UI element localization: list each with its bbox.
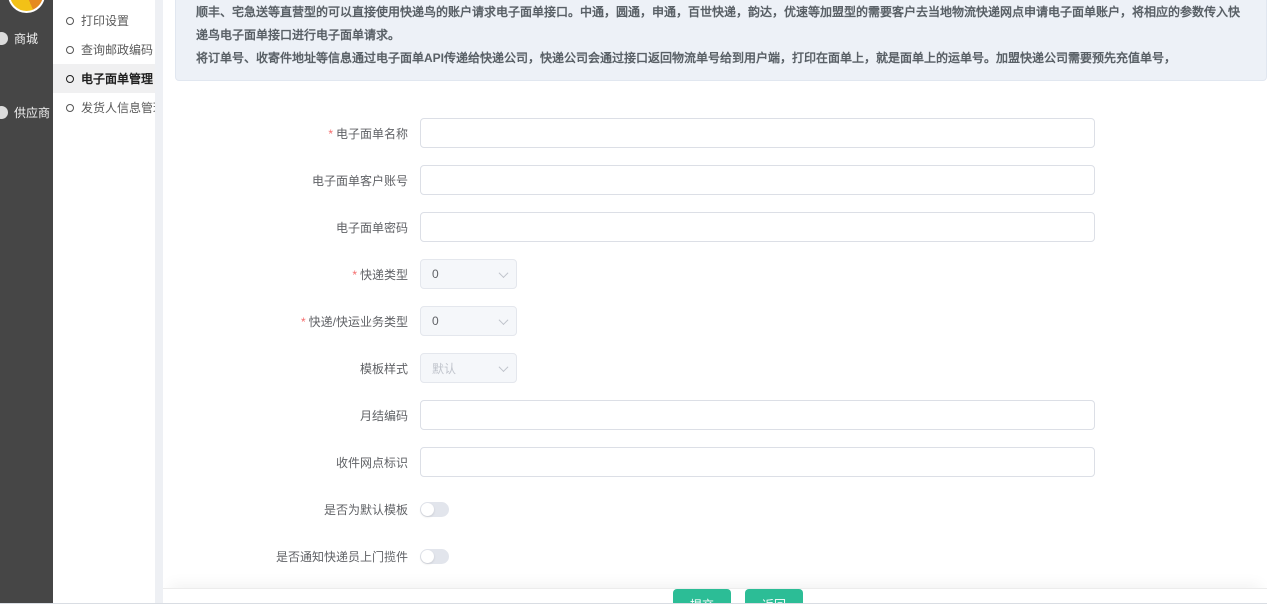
window-bottom-edge bbox=[0, 603, 1267, 604]
mall-icon bbox=[0, 32, 8, 45]
field-label-text: 电子面单客户账号 bbox=[312, 174, 408, 188]
sidebar-item-label: 商城 bbox=[14, 30, 38, 47]
select-value: 0 bbox=[432, 267, 439, 281]
form-row: 是否为默认模板 bbox=[163, 494, 1267, 524]
page: 商城 供应商 打印设置 查询邮政编码 电子面单管理 发货人信息管理 顺丰、宅急送… bbox=[0, 0, 1267, 606]
field-label-text: 收件网点标识 bbox=[336, 456, 408, 470]
field-label-text: 是否为默认模板 bbox=[324, 503, 408, 517]
form-row: *快递/快运业务类型 0 bbox=[163, 306, 1267, 336]
field-label-text: 快递类型 bbox=[360, 268, 408, 282]
default-template-switch[interactable] bbox=[420, 502, 449, 517]
receive-site-code-input[interactable] bbox=[420, 447, 1095, 477]
waybill-name-label: *电子面单名称 bbox=[163, 125, 420, 142]
chevron-down-icon bbox=[499, 362, 509, 372]
sidebar-content-divider bbox=[155, 0, 163, 603]
submenu-item-print-settings[interactable]: 打印设置 bbox=[53, 6, 155, 35]
main-content: 顺丰、宅急送等直营型的可以直接使用快递鸟的账户请求电子面单接口。中通，圆通，申通… bbox=[163, 0, 1267, 603]
field-label-text: 月结编码 bbox=[360, 409, 408, 423]
radio-circle-icon bbox=[66, 17, 74, 25]
monthly-settlement-code-input[interactable] bbox=[420, 400, 1095, 430]
express-type-select[interactable]: 0 bbox=[420, 259, 517, 289]
submenu-item-postcode-query[interactable]: 查询邮政编码 bbox=[53, 35, 155, 64]
form-row: 月结编码 bbox=[163, 400, 1267, 430]
radio-circle-icon bbox=[66, 104, 74, 112]
notify-courier-pickup-label: 是否通知快递员上门揽件 bbox=[163, 548, 420, 565]
notice-box: 顺丰、宅急送等直营型的可以直接使用快递鸟的账户请求电子面单接口。中通，圆通，申通… bbox=[175, 0, 1267, 81]
form-row: 模板样式 默认 bbox=[163, 353, 1267, 383]
submenu-item-label: 发货人信息管理 bbox=[81, 99, 165, 116]
chevron-down-icon bbox=[499, 268, 509, 278]
field-label-text: 快递/快运业务类型 bbox=[309, 315, 408, 329]
field-label-text: 模板样式 bbox=[360, 362, 408, 376]
primary-sidebar: 商城 供应商 bbox=[0, 0, 53, 603]
required-asterisk: * bbox=[328, 127, 333, 141]
form-row: 电子面单密码 bbox=[163, 212, 1267, 242]
required-asterisk: * bbox=[301, 315, 306, 329]
form-row: 电子面单客户账号 bbox=[163, 165, 1267, 195]
switch-knob bbox=[421, 550, 434, 563]
select-value: 默认 bbox=[432, 360, 456, 377]
receive-site-code-label: 收件网点标识 bbox=[163, 454, 420, 471]
switch-knob bbox=[421, 503, 434, 516]
waybill-password-label: 电子面单密码 bbox=[163, 219, 420, 236]
field-label-text: 电子面单密码 bbox=[336, 221, 408, 235]
field-label-text: 是否通知快递员上门揽件 bbox=[276, 550, 408, 564]
form-row: *快递类型 0 bbox=[163, 259, 1267, 289]
submenu-item-label: 电子面单管理 bbox=[81, 70, 153, 87]
select-value: 0 bbox=[432, 314, 439, 328]
express-business-type-label: *快递/快运业务类型 bbox=[163, 313, 420, 330]
waybill-customer-account-label: 电子面单客户账号 bbox=[163, 172, 420, 189]
sidebar-item-mall[interactable]: 商城 bbox=[0, 28, 38, 48]
submenu-item-sender-info-management[interactable]: 发货人信息管理 bbox=[53, 93, 155, 122]
template-style-label: 模板样式 bbox=[163, 360, 420, 377]
notify-courier-pickup-switch[interactable] bbox=[420, 549, 449, 564]
notice-line: 顺丰、宅急送等直营型的可以直接使用快递鸟的账户请求电子面单接口。中通，圆通，申通… bbox=[196, 1, 1246, 47]
express-type-label: *快递类型 bbox=[163, 266, 420, 283]
submenu-item-label: 打印设置 bbox=[81, 12, 129, 29]
sidebar-item-supplier[interactable]: 供应商 bbox=[0, 102, 50, 122]
submenu-item-ewaybill-management[interactable]: 电子面单管理 bbox=[53, 64, 155, 93]
waybill-password-input[interactable] bbox=[420, 212, 1095, 242]
waybill-name-input[interactable] bbox=[420, 118, 1095, 148]
supplier-icon bbox=[0, 106, 8, 119]
notice-line: 将订单号、收寄件地址等信息通过电子面单API传递给快递公司，快递公司会通过接口返… bbox=[196, 47, 1246, 70]
form-row: *电子面单名称 bbox=[163, 118, 1267, 148]
radio-circle-icon bbox=[66, 46, 74, 54]
field-label-text: 电子面单名称 bbox=[336, 127, 408, 141]
template-style-select[interactable]: 默认 bbox=[420, 353, 517, 383]
ewaybill-form: *电子面单名称电子面单客户账号电子面单密码*快递类型0*快递/快运业务类型0模板… bbox=[163, 118, 1267, 588]
footer-bar: 提交 返回 bbox=[163, 588, 1267, 603]
submit-button[interactable]: 提交 bbox=[673, 589, 731, 603]
sidebar-item-label: 供应商 bbox=[14, 104, 50, 121]
waybill-customer-account-input[interactable] bbox=[420, 165, 1095, 195]
app-logo[interactable] bbox=[8, 0, 45, 13]
radio-circle-icon bbox=[66, 75, 74, 83]
required-asterisk: * bbox=[352, 268, 357, 282]
secondary-sidebar: 打印设置 查询邮政编码 电子面单管理 发货人信息管理 bbox=[53, 0, 155, 603]
submenu-item-label: 查询邮政编码 bbox=[81, 41, 153, 58]
chevron-down-icon bbox=[499, 315, 509, 325]
form-row: 收件网点标识 bbox=[163, 447, 1267, 477]
form-row: 是否通知快递员上门揽件 bbox=[163, 541, 1267, 571]
express-business-type-select[interactable]: 0 bbox=[420, 306, 517, 336]
monthly-settlement-code-label: 月结编码 bbox=[163, 407, 420, 424]
back-button[interactable]: 返回 bbox=[745, 589, 803, 603]
default-template-label: 是否为默认模板 bbox=[163, 501, 420, 518]
